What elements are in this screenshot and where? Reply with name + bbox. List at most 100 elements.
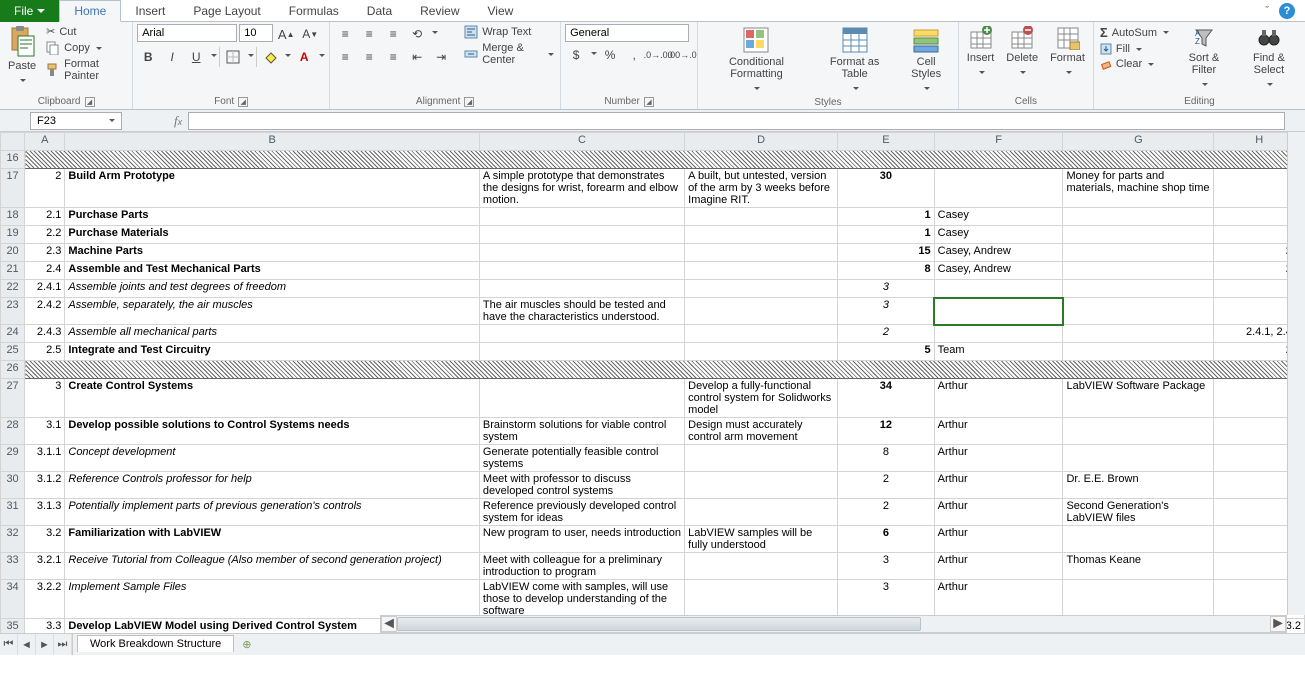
cell-D17[interactable]: A built, but untested, version of the ar… — [685, 169, 838, 208]
cell-A28[interactable]: 3.1 — [25, 418, 65, 445]
cell-G24[interactable] — [1063, 325, 1214, 343]
cell-B21[interactable]: Assemble and Test Mechanical Parts — [65, 262, 480, 280]
increase-indent-button[interactable]: ⇥ — [430, 47, 452, 67]
cell-A31[interactable]: 3.1.3 — [25, 499, 65, 526]
cell-A30[interactable]: 3.1.2 — [25, 472, 65, 499]
row-header[interactable]: 27 — [1, 379, 25, 418]
cell-F33[interactable]: Arthur — [934, 553, 1063, 580]
horizontal-scrollbar[interactable]: ◄► — [380, 615, 1287, 633]
cell-F17[interactable] — [934, 169, 1063, 208]
number-dialog-launcher[interactable]: ◢ — [644, 97, 654, 107]
cell-E28[interactable]: 12 — [838, 418, 935, 445]
file-tab[interactable]: File — [0, 0, 59, 22]
cell-C31[interactable]: Reference previously developed control s… — [479, 499, 684, 526]
cell-F27[interactable]: Arthur — [934, 379, 1063, 418]
cell-B23[interactable]: Assemble, separately, the air muscles — [65, 298, 480, 325]
cell-F32[interactable]: Arthur — [934, 526, 1063, 553]
cell-D24[interactable] — [685, 325, 838, 343]
cell-F28[interactable]: Arthur — [934, 418, 1063, 445]
cell-B19[interactable]: Purchase Materials — [65, 226, 480, 244]
cell-E17[interactable]: 30 — [838, 169, 935, 208]
cell-A33[interactable]: 3.2.1 — [25, 553, 65, 580]
cell-C32[interactable]: New program to user, needs introduction — [479, 526, 684, 553]
cell-C27[interactable] — [479, 379, 684, 418]
cell-D30[interactable] — [685, 472, 838, 499]
row-header[interactable]: 34 — [1, 580, 25, 619]
cell-D20[interactable] — [685, 244, 838, 262]
border-button[interactable] — [222, 47, 244, 67]
row-header[interactable]: 28 — [1, 418, 25, 445]
cell-D25[interactable] — [685, 343, 838, 361]
cell-C18[interactable] — [479, 208, 684, 226]
cell-F25[interactable]: Team — [934, 343, 1063, 361]
cell-A29[interactable]: 3.1.1 — [25, 445, 65, 472]
cell-C30[interactable]: Meet with professor to discuss developed… — [479, 472, 684, 499]
cell-E19[interactable]: 1 — [838, 226, 935, 244]
col-header-G[interactable]: G — [1063, 133, 1214, 151]
cell-D18[interactable] — [685, 208, 838, 226]
cell-D21[interactable] — [685, 262, 838, 280]
fill-button[interactable]: Fill — [1098, 42, 1171, 56]
copy-button[interactable]: Copy — [44, 40, 128, 56]
bold-button[interactable]: B — [137, 47, 159, 67]
fill-color-button[interactable] — [259, 47, 281, 67]
cell-C19[interactable] — [479, 226, 684, 244]
col-header-E[interactable]: E — [838, 133, 935, 151]
cell-B33[interactable]: Receive Tutorial from Colleague (Also me… — [65, 553, 480, 580]
cell-F31[interactable]: Arthur — [934, 499, 1063, 526]
tab-formulas[interactable]: Formulas — [275, 0, 353, 22]
cell-C24[interactable] — [479, 325, 684, 343]
cell-C29[interactable]: Generate potentially feasible control sy… — [479, 445, 684, 472]
autosum-button[interactable]: ΣAutoSum — [1098, 24, 1171, 41]
col-header-F[interactable]: F — [934, 133, 1063, 151]
cell-B29[interactable]: Concept development — [65, 445, 480, 472]
cell-E23[interactable]: 3 — [838, 298, 935, 325]
row-header[interactable]: 33 — [1, 553, 25, 580]
shrink-font-button[interactable]: A▼ — [299, 24, 321, 44]
cell-A24[interactable]: 2.4.3 — [25, 325, 65, 343]
italic-button[interactable]: I — [161, 47, 183, 67]
cell-B30[interactable]: Reference Controls professor for help — [65, 472, 480, 499]
cell-F21[interactable]: Casey, Andrew — [934, 262, 1063, 280]
format-painter-button[interactable]: Format Painter — [44, 57, 128, 83]
merge-center-button[interactable]: Merge & Center — [462, 41, 556, 67]
tab-review[interactable]: Review — [406, 0, 473, 22]
cell-A20[interactable]: 2.3 — [25, 244, 65, 262]
font-color-button[interactable]: A — [293, 47, 315, 67]
cell-C28[interactable]: Brainstorm solutions for viable control … — [479, 418, 684, 445]
cell-E22[interactable]: 3 — [838, 280, 935, 298]
cell-E27[interactable]: 34 — [838, 379, 935, 418]
sort-filter-button[interactable]: AZSort & Filter — [1175, 24, 1233, 92]
cell-C23[interactable]: The air muscles should be tested and hav… — [479, 298, 684, 325]
cell-D33[interactable] — [685, 553, 838, 580]
row-header[interactable]: 31 — [1, 499, 25, 526]
cell-G20[interactable] — [1063, 244, 1214, 262]
row-header[interactable]: 29 — [1, 445, 25, 472]
row-header[interactable]: 20 — [1, 244, 25, 262]
clipboard-dialog-launcher[interactable]: ◢ — [85, 97, 95, 107]
cell-G31[interactable]: Second Generation's LabVIEW files — [1063, 499, 1214, 526]
cell-C21[interactable] — [479, 262, 684, 280]
cell-G19[interactable] — [1063, 226, 1214, 244]
alignment-dialog-launcher[interactable]: ◢ — [464, 97, 474, 107]
cell-A21[interactable]: 2.4 — [25, 262, 65, 280]
cell-G17[interactable]: Money for parts and materials, machine s… — [1063, 169, 1214, 208]
cell-C25[interactable] — [479, 343, 684, 361]
row-header[interactable]: 23 — [1, 298, 25, 325]
cell-F20[interactable]: Casey, Andrew — [934, 244, 1063, 262]
underline-button[interactable]: U — [185, 47, 207, 67]
currency-button[interactable]: $ — [565, 45, 587, 65]
grow-font-button[interactable]: A▲ — [275, 24, 297, 44]
cell-E30[interactable]: 2 — [838, 472, 935, 499]
clear-button[interactable]: Clear — [1098, 57, 1171, 71]
cell-G28[interactable] — [1063, 418, 1214, 445]
cell-B34[interactable]: Implement Sample Files — [65, 580, 480, 619]
fx-icon[interactable]: fx — [174, 113, 182, 129]
cell-D28[interactable]: Design must accurately control arm movem… — [685, 418, 838, 445]
cell-G21[interactable] — [1063, 262, 1214, 280]
align-middle-button[interactable]: ≡ — [358, 24, 380, 44]
help-icon[interactable]: ? — [1279, 3, 1295, 19]
font-size-select[interactable] — [239, 24, 273, 42]
select-all-corner[interactable] — [1, 133, 25, 151]
next-sheet-button[interactable]: ► — [36, 634, 54, 655]
